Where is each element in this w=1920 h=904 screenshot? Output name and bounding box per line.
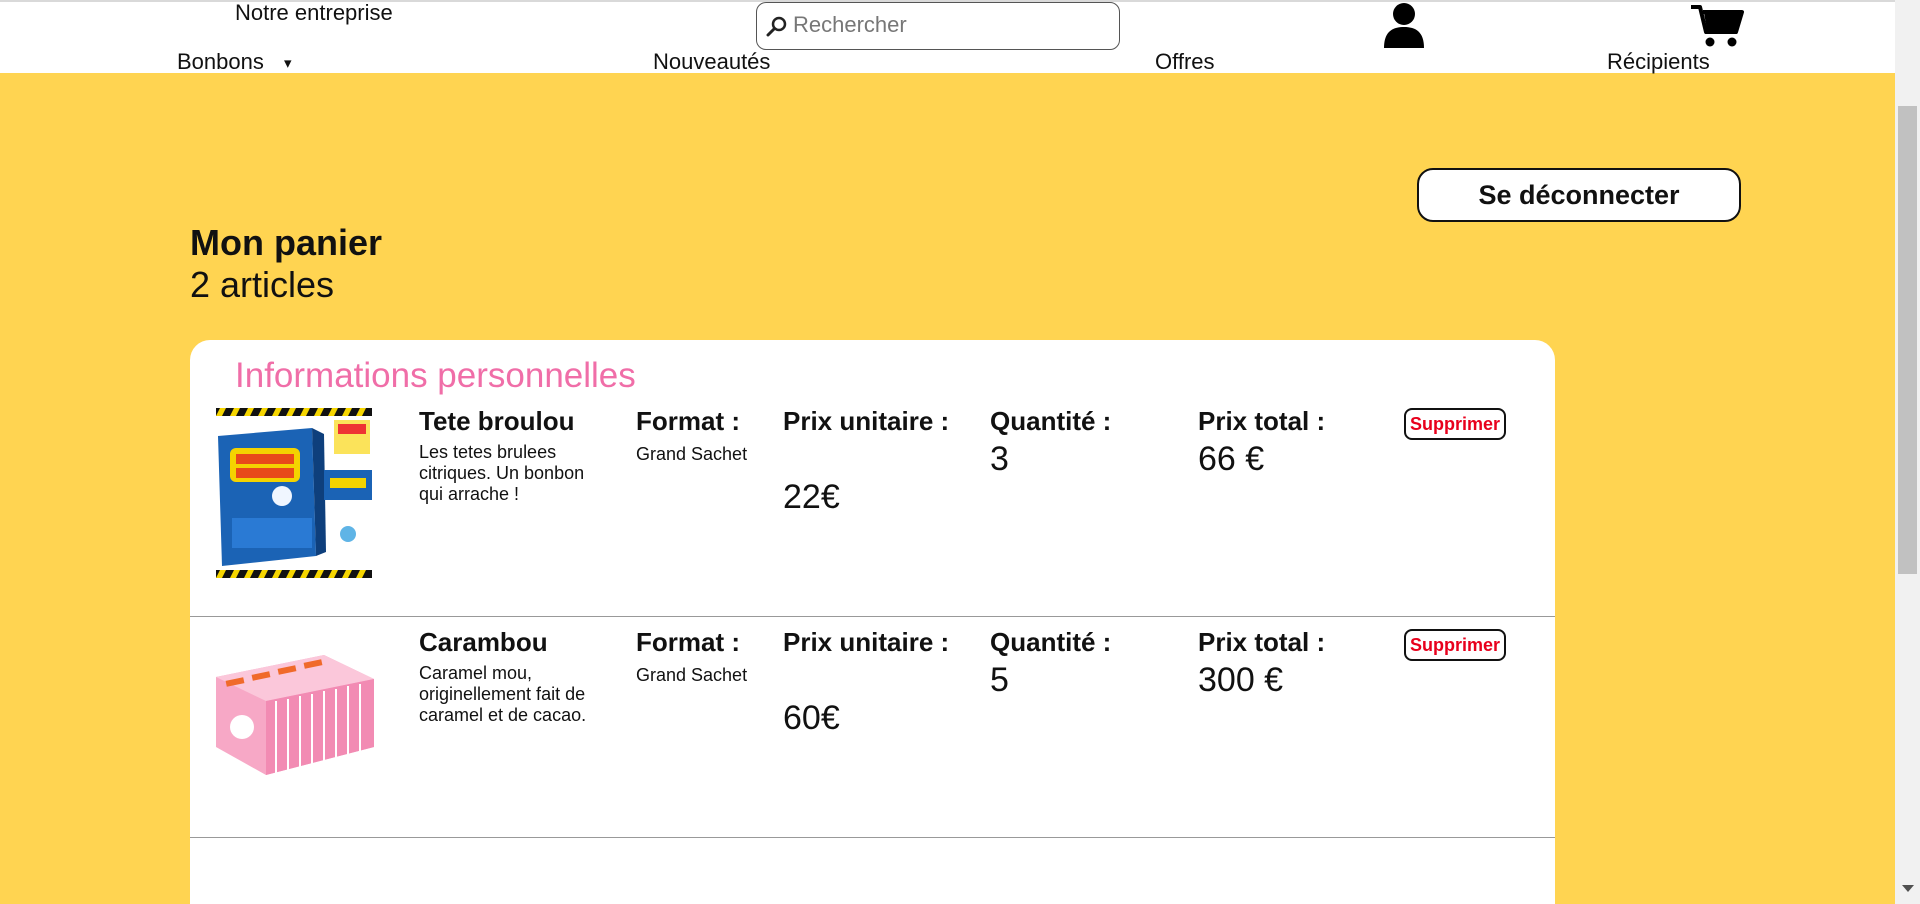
product-name: Tete broulou	[419, 406, 575, 436]
scroll-down-icon[interactable]	[1902, 885, 1914, 892]
scrollbar[interactable]	[1895, 0, 1920, 904]
nav-nouveautes[interactable]: Nouveautés	[653, 49, 770, 75]
product-description: Les tetes brulees citriques. Un bonbon q…	[419, 442, 585, 504]
unit-price-label: Prix unitaire :	[783, 406, 950, 436]
search-icon	[766, 16, 787, 37]
cart-item-row: Carambou Caramel mou, originellement fai…	[190, 617, 1555, 838]
page: Notre entreprise Bonbons ▾ Nouveautés Of…	[0, 0, 1920, 904]
nav-bonbons[interactable]: Bonbons	[177, 49, 264, 75]
user-icon[interactable]	[1382, 2, 1426, 48]
search-input[interactable]	[793, 9, 1109, 41]
total-price-value: 300 €	[1198, 661, 1284, 699]
chevron-down-icon[interactable]: ▾	[284, 54, 292, 72]
cart-item-count: 2 articles	[190, 264, 335, 305]
product-image	[212, 406, 376, 580]
format-value: Grand Sachet	[636, 444, 748, 464]
cart-item-row: Tete broulou Les tetes brulees citriques…	[190, 396, 1555, 617]
cart-icon[interactable]	[1690, 2, 1744, 48]
scrollbar-thumb[interactable]	[1898, 106, 1917, 574]
total-price-label: Prix total :	[1198, 406, 1326, 436]
quantity-label: Quantité :	[990, 627, 1112, 657]
format-value: Grand Sachet	[636, 665, 748, 685]
product-name: Carambou	[419, 627, 548, 657]
site-header: Notre entreprise Bonbons ▾ Nouveautés Of…	[0, 0, 1895, 75]
total-price-label: Prix total :	[1198, 627, 1326, 657]
nav-recipients[interactable]: Récipients	[1607, 49, 1710, 75]
total-price-value: 66 €	[1198, 440, 1265, 478]
nav-company-link[interactable]: Notre entreprise	[235, 0, 393, 26]
page-title: Mon panier	[190, 222, 383, 263]
delete-button[interactable]: Supprimer	[1404, 629, 1506, 661]
format-label: Format :	[636, 406, 740, 436]
nav-offres[interactable]: Offres	[1155, 49, 1215, 75]
search-box[interactable]	[756, 2, 1120, 50]
unit-price-label: Prix unitaire :	[783, 627, 950, 657]
logout-button[interactable]: Se déconnecter	[1417, 168, 1741, 222]
quantity-value: 5	[990, 661, 1009, 699]
unit-price-value: 60€	[783, 699, 840, 737]
delete-button[interactable]: Supprimer	[1404, 408, 1506, 440]
cart-card: Informations personnelles Tete broulou L…	[190, 340, 1555, 904]
quantity-value: 3	[990, 440, 1009, 478]
product-image	[212, 627, 376, 801]
section-title: Informations personnelles	[235, 356, 636, 395]
format-label: Format :	[636, 627, 740, 657]
quantity-label: Quantité :	[990, 406, 1112, 436]
product-description: Caramel mou, originellement fait de cara…	[419, 663, 587, 725]
unit-price-value: 22€	[783, 478, 840, 516]
